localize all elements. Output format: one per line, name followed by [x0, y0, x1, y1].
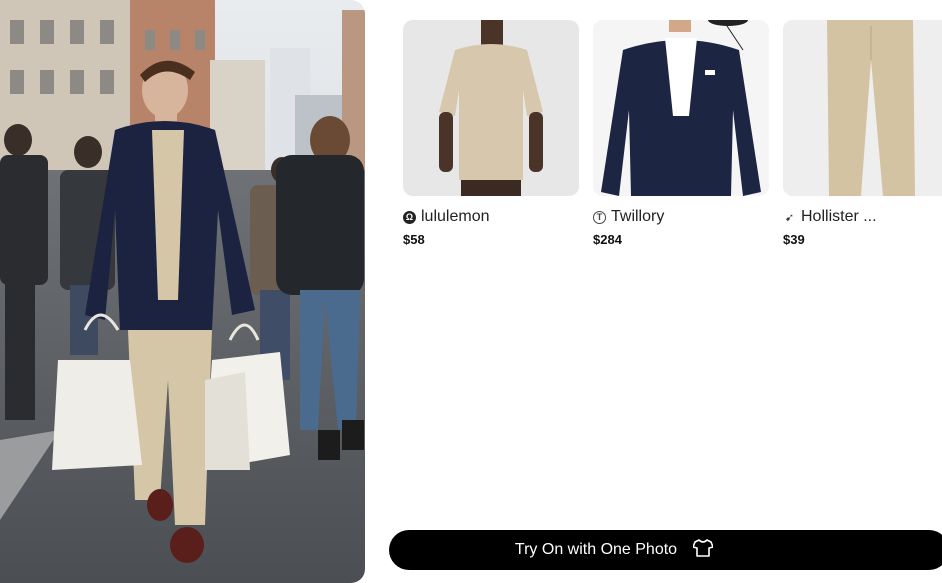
try-on-label: Try On with One Photo: [514, 541, 678, 558]
product-card[interactable]: Ω lululemon $58: [403, 20, 579, 247]
brand-name: Twillory: [611, 208, 665, 225]
brand-name: lululemon: [421, 208, 490, 225]
lululemon-logo-icon: Ω: [403, 210, 416, 224]
product-image-blazer[interactable]: [593, 20, 769, 196]
product-card[interactable]: ➹ Hollister ... $39: [783, 20, 942, 247]
try-on-button[interactable]: Try On with One Photo: [389, 530, 942, 570]
product-image-tshirt[interactable]: [403, 20, 579, 196]
product-image-pants[interactable]: [783, 20, 942, 196]
product-price: $58: [403, 232, 425, 247]
tshirt-icon: [692, 538, 714, 562]
product-card[interactable]: T Twillory $284: [593, 20, 769, 247]
twillory-logo-icon: T: [593, 210, 606, 224]
product-price: $39: [783, 232, 805, 247]
brand-name: Hollister ...: [801, 208, 877, 225]
hollister-gull-icon: ➹: [784, 211, 795, 224]
product-price: $284: [593, 232, 622, 247]
hero-photo: [0, 0, 365, 583]
